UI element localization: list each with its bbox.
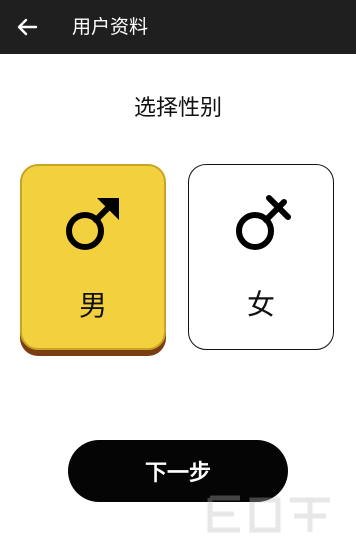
female-option-card[interactable]: 女: [188, 164, 334, 350]
male-option-card[interactable]: 男: [20, 164, 166, 350]
male-label: 男: [78, 289, 107, 322]
arrow-left-icon: [17, 18, 38, 36]
gender-prompt: 选择性别: [133, 96, 222, 121]
watermark-logo: [207, 495, 330, 533]
page-title: 用户资料: [72, 16, 149, 38]
female-symbol-icon: [189, 191, 333, 255]
male-symbol-icon: [22, 192, 164, 256]
top-bar: 用户资料: [0, 0, 356, 54]
female-label: 女: [246, 288, 275, 321]
back-button[interactable]: [14, 14, 40, 40]
